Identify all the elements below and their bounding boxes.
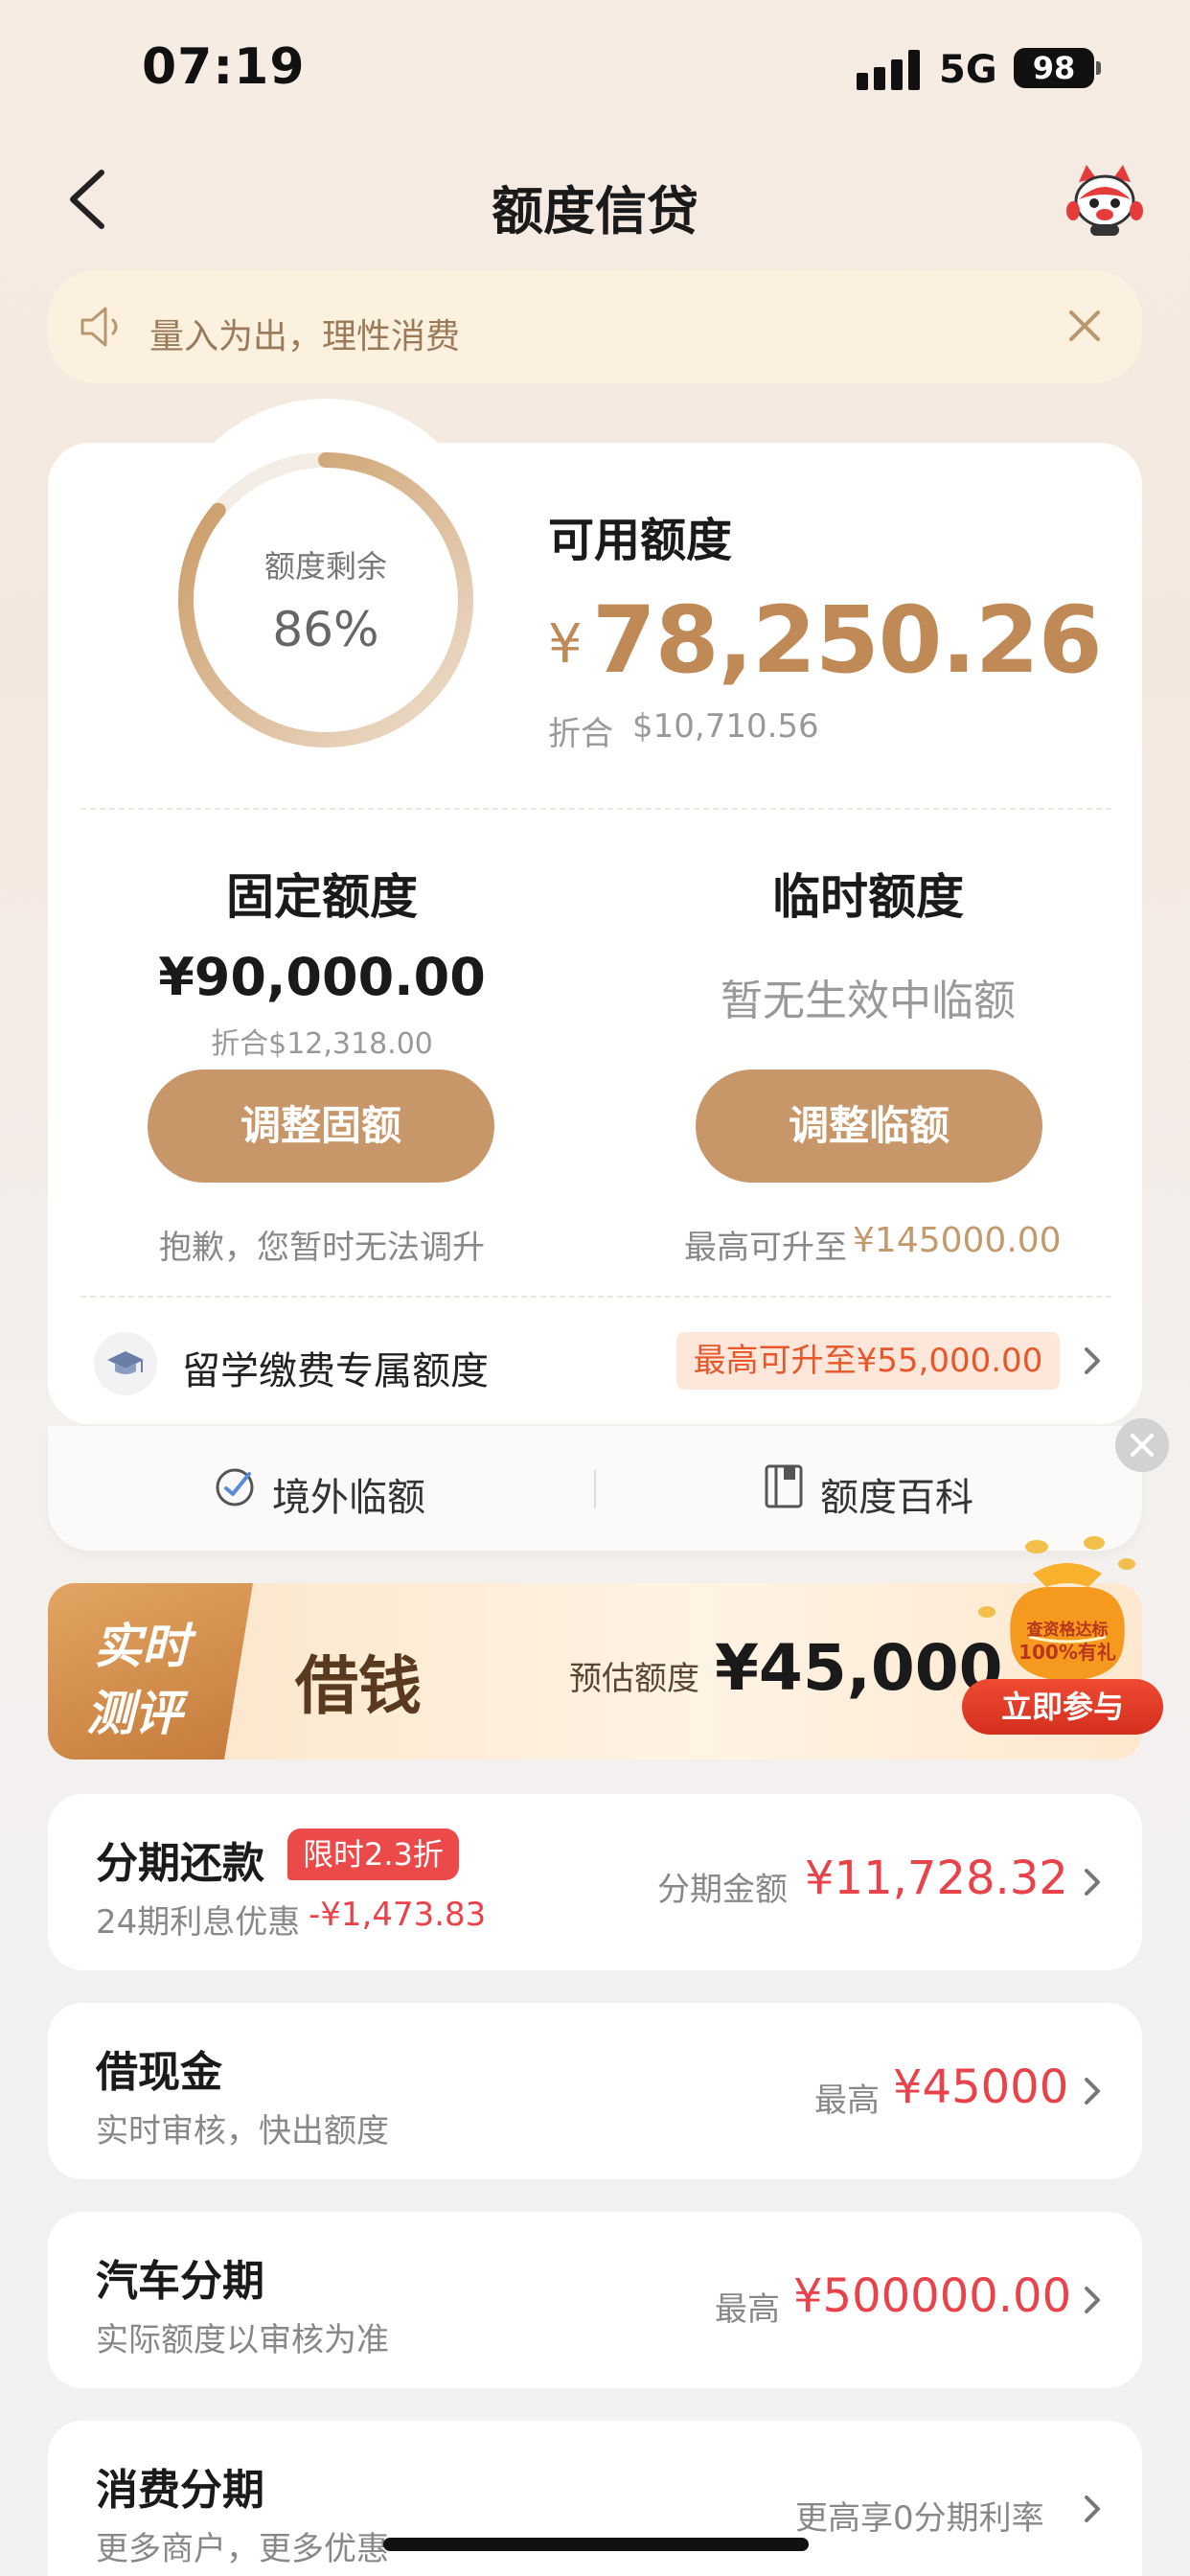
study-limit-label[interactable]: 留学缴费专属额度	[182, 1340, 489, 1395]
join-now-button[interactable]: 立即参与	[962, 1679, 1163, 1735]
divider	[80, 808, 1111, 810]
adjust-fixed-button[interactable]: 调整固额	[148, 1070, 494, 1183]
available-label: 可用额度	[548, 514, 733, 567]
promo-estimate-label: 预估额度	[569, 1660, 699, 1698]
battery-icon: 98	[1014, 48, 1094, 88]
temp-note-value: ¥145000.00	[853, 1221, 1062, 1260]
temp-note-label: 最高可升至	[684, 1229, 847, 1267]
promo-tag-line2: 测评	[86, 1686, 182, 1741]
list-item-right-value: ¥45000	[893, 2060, 1069, 2114]
list-item-right-value: ¥500000.00	[793, 2269, 1072, 2323]
list-item-title: 借现金	[96, 2048, 222, 2097]
promo-title: 借钱	[295, 1648, 422, 1723]
chevron-right-icon	[1085, 2496, 1100, 2522]
temp-limit-empty: 暂无生效中临额	[721, 977, 1016, 1025]
fixed-limit-note: 抱歉，您暂时无法调升	[159, 1229, 485, 1267]
temp-limit-title: 临时额度	[772, 869, 964, 925]
list-item-subtitle: 24期利息优惠	[96, 1903, 301, 1942]
chevron-right-icon[interactable]	[1081, 1344, 1104, 1378]
chevron-right-icon	[1085, 1869, 1100, 1896]
list-item-right-label: 分期金额	[657, 1871, 788, 1909]
list-item-right-label: 更高享0分期利率	[795, 2499, 1044, 2538]
overseas-limit-link[interactable]: 境外临额	[272, 1466, 425, 1522]
list-item-title: 消费分期	[96, 2466, 264, 2515]
list-item-subtitle: 实际额度以审核为准	[96, 2321, 389, 2359]
divider	[80, 1296, 1111, 1298]
fixed-limit-converted: 折合$12,318.00	[211, 1027, 433, 1061]
list-item-right-label: 最高	[814, 2082, 880, 2120]
home-indicator	[383, 2538, 809, 2551]
converted-label: 折合	[548, 715, 613, 753]
mascot-icon[interactable]	[1065, 161, 1144, 240]
limit-wiki-link[interactable]: 额度百科	[820, 1466, 973, 1522]
converted-amount: $10,710.56	[632, 707, 819, 746]
promo-estimate-amount: ¥45,000	[715, 1631, 1003, 1705]
available-amount: 78,250.26	[592, 586, 1103, 694]
page-title: 额度信贷	[492, 181, 698, 242]
list-item-subtitle: 更多商户，更多优惠	[96, 2530, 389, 2568]
chevron-right-icon	[1085, 2287, 1100, 2313]
adjust-temp-button[interactable]: 调整临额	[696, 1070, 1042, 1183]
network-type: 5G	[939, 48, 997, 92]
list-item-subtitle: 实时审核，快出额度	[96, 2112, 389, 2150]
ring-value: 86%	[272, 602, 379, 657]
graduation-cap-icon	[94, 1332, 157, 1395]
gift-bag-text2: 100%有礼	[1018, 1641, 1116, 1664]
chevron-right-icon	[1085, 2078, 1100, 2104]
interest-discount: -¥1,473.83	[309, 1896, 487, 1934]
gift-bag-icon[interactable]	[973, 1524, 1161, 1696]
status-time: 07:19	[142, 38, 306, 96]
list-item-title: 汽车分期	[96, 2257, 264, 2306]
study-limit-badge: 最高可升至¥55,000.00	[676, 1332, 1060, 1390]
fixed-limit-title: 固定额度	[226, 869, 418, 925]
signal-icon	[857, 50, 920, 90]
fixed-limit-amount: ¥90,000.00	[158, 947, 486, 1007]
book-icon	[763, 1462, 805, 1510]
list-item-right-label: 最高	[715, 2290, 780, 2329]
limited-offer-badge: 限时2.3折	[287, 1828, 459, 1880]
ring-label: 额度剩余	[263, 548, 387, 585]
available-currency: ¥	[548, 613, 583, 676]
close-icon[interactable]	[1115, 1418, 1169, 1472]
remaining-ring	[178, 452, 473, 748]
battery-tip	[1096, 61, 1101, 75]
promo-tag-line1: 实时	[94, 1619, 190, 1674]
list-item-right-value: ¥11,728.32	[805, 1852, 1068, 1905]
footer-divider	[594, 1470, 596, 1508]
notice-text: 量入为出，理性消费	[149, 317, 461, 356]
overseas-limit-icon	[211, 1462, 259, 1510]
list-item-title: 分期还款	[96, 1839, 264, 1888]
speaker-icon	[77, 301, 128, 353]
close-icon[interactable]	[1062, 303, 1108, 349]
